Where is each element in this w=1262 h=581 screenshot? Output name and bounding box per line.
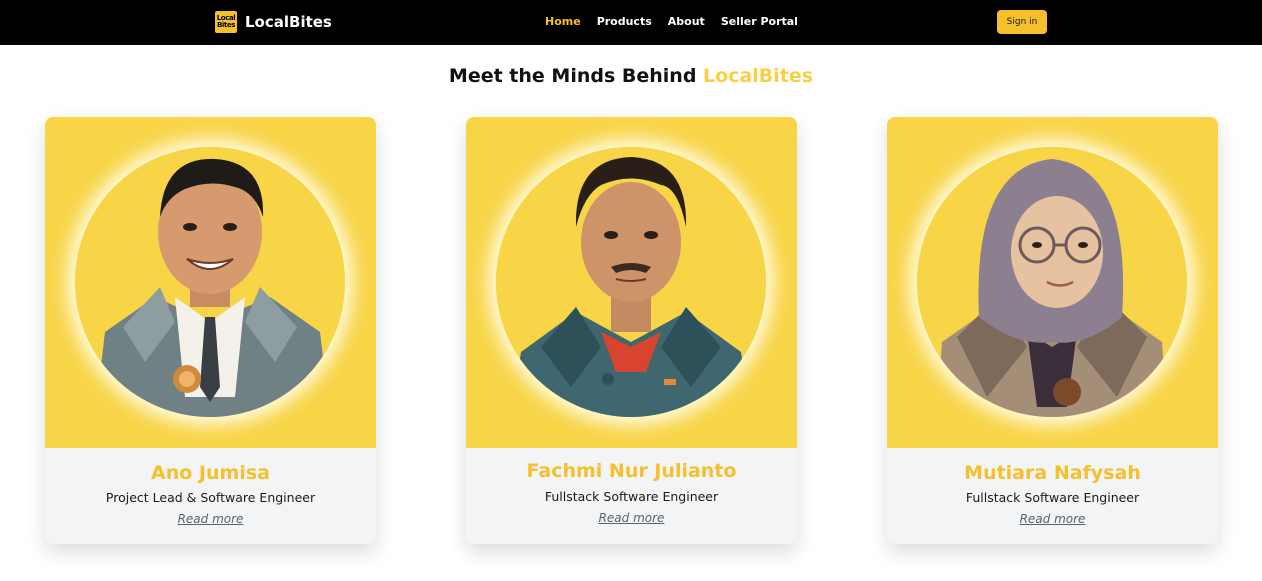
read-more-link[interactable]: Read more [45,511,376,527]
brand-name: LocalBites [245,13,332,31]
team-card-photo-area [887,117,1218,448]
team-member-role: Fullstack Software Engineer [544,489,719,504]
team-card-photo-area [45,117,376,448]
nav-link-about[interactable]: About [668,14,705,30]
team-member-role: Fullstack Software Engineer [965,490,1140,505]
team-member-portrait [917,147,1187,417]
team-member-name: Ano Jumisa [151,462,270,484]
nav-link-home[interactable]: Home [545,14,581,30]
male-avatar-jacket-illustration [496,147,766,417]
team-member-name: Fachmi Nur Julianto [526,460,737,482]
nav-link-products[interactable]: Products [597,14,652,30]
section-title-accent: LocalBites [703,65,814,87]
sign-in-button[interactable]: Sign in [997,10,1047,34]
team-member-name: Mutiara Nafysah [964,462,1141,484]
team-member-portrait [496,147,766,417]
read-more-link[interactable]: Read more [466,510,797,526]
team-card: Fachmi Nur Julianto Fullstack Software E… [466,117,797,544]
team-member-portrait [75,147,345,417]
team-card-photo-area [466,117,797,448]
team-card: Ano Jumisa Project Lead & Software Engin… [45,117,376,544]
female-avatar-hijab-illustration [917,147,1187,417]
team-card: Mutiara Nafysah Fullstack Software Engin… [887,117,1218,544]
brand-logo-icon: Local Bites [215,11,237,33]
nav-link-seller-portal[interactable]: Seller Portal [721,14,798,30]
main-nav: Home Products About Seller Portal [545,14,814,30]
male-avatar-suit-illustration [75,147,345,417]
team-member-role: Project Lead & Software Engineer [105,490,316,505]
section-title: Meet the Minds Behind LocalBites [0,63,1262,89]
section-title-prefix: Meet the Minds Behind [448,65,697,87]
top-navbar: Local Bites LocalBites Home Products Abo… [0,0,1262,45]
brand-home-link[interactable]: Local Bites LocalBites [215,11,332,33]
read-more-link[interactable]: Read more [887,511,1218,527]
